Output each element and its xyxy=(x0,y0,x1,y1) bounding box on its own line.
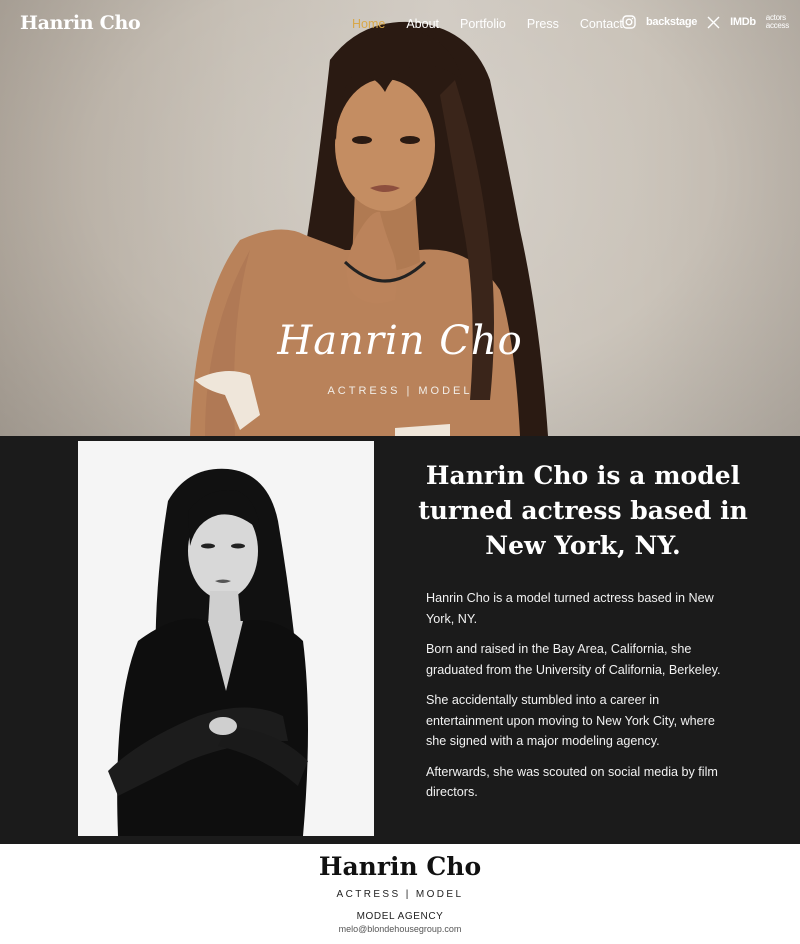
hero-signature: Hanrin Cho xyxy=(277,318,523,364)
agency-label: MODEL AGENCY xyxy=(356,911,444,922)
bio-paragraph: Hanrin Cho is a model turned actress bas… xyxy=(426,591,714,626)
portrait-photo xyxy=(78,441,374,836)
footer-subtitle: ACTRESS | MODEL xyxy=(336,889,464,900)
nav-portfolio-link[interactable]: Portfolio xyxy=(460,17,506,31)
backstage-link[interactable]: backstage xyxy=(646,16,697,28)
site-footer: Hanrin Cho ACTRESS | MODEL MODEL AGENCY … xyxy=(0,844,800,944)
hero-tagline: ACTRESS | MODEL xyxy=(327,385,473,397)
x-icon[interactable] xyxy=(707,16,720,29)
bio-paragraph: Afterwards, she was scouted on social me… xyxy=(426,764,718,800)
instagram-icon[interactable] xyxy=(622,15,636,29)
actors-access-link[interactable]: actors access xyxy=(766,14,789,30)
agency-email-link[interactable]: melo@blondehousegroup.com xyxy=(0,924,800,934)
about-heading: Hanrin Cho is a model turned actress bas… xyxy=(418,461,748,560)
hero-section: Hanrin Cho Home About Portfolio Press Co… xyxy=(0,0,800,436)
nav-contact-link[interactable]: Contact xyxy=(580,17,623,31)
nav-home-link[interactable]: Home xyxy=(352,17,385,31)
actors-access-label: actors access xyxy=(765,13,789,30)
nav-about-link[interactable]: About xyxy=(406,17,439,31)
hero-photo xyxy=(190,21,548,436)
footer-name: Hanrin Cho xyxy=(318,852,482,881)
top-navigation: Hanrin Cho Home About Portfolio Press Co… xyxy=(0,0,800,50)
about-section: Hanrin Cho is a model turned actress bas… xyxy=(0,436,800,844)
site-logo[interactable]: Hanrin Cho xyxy=(20,12,141,34)
bio-paragraph: She accidentally stumbled into a career … xyxy=(426,693,715,748)
bio-text: Hanrin Cho is a model turned actress bas… xyxy=(426,588,726,813)
bio-paragraph: Born and raised in the Bay Area, Califor… xyxy=(426,642,721,677)
nav-press-link[interactable]: Press xyxy=(527,17,559,31)
social-links: backstage IMDb actors access xyxy=(622,14,799,30)
nav-menu: Home About Portfolio Press Contact xyxy=(352,17,644,31)
imdb-link[interactable]: IMDb xyxy=(730,16,756,28)
